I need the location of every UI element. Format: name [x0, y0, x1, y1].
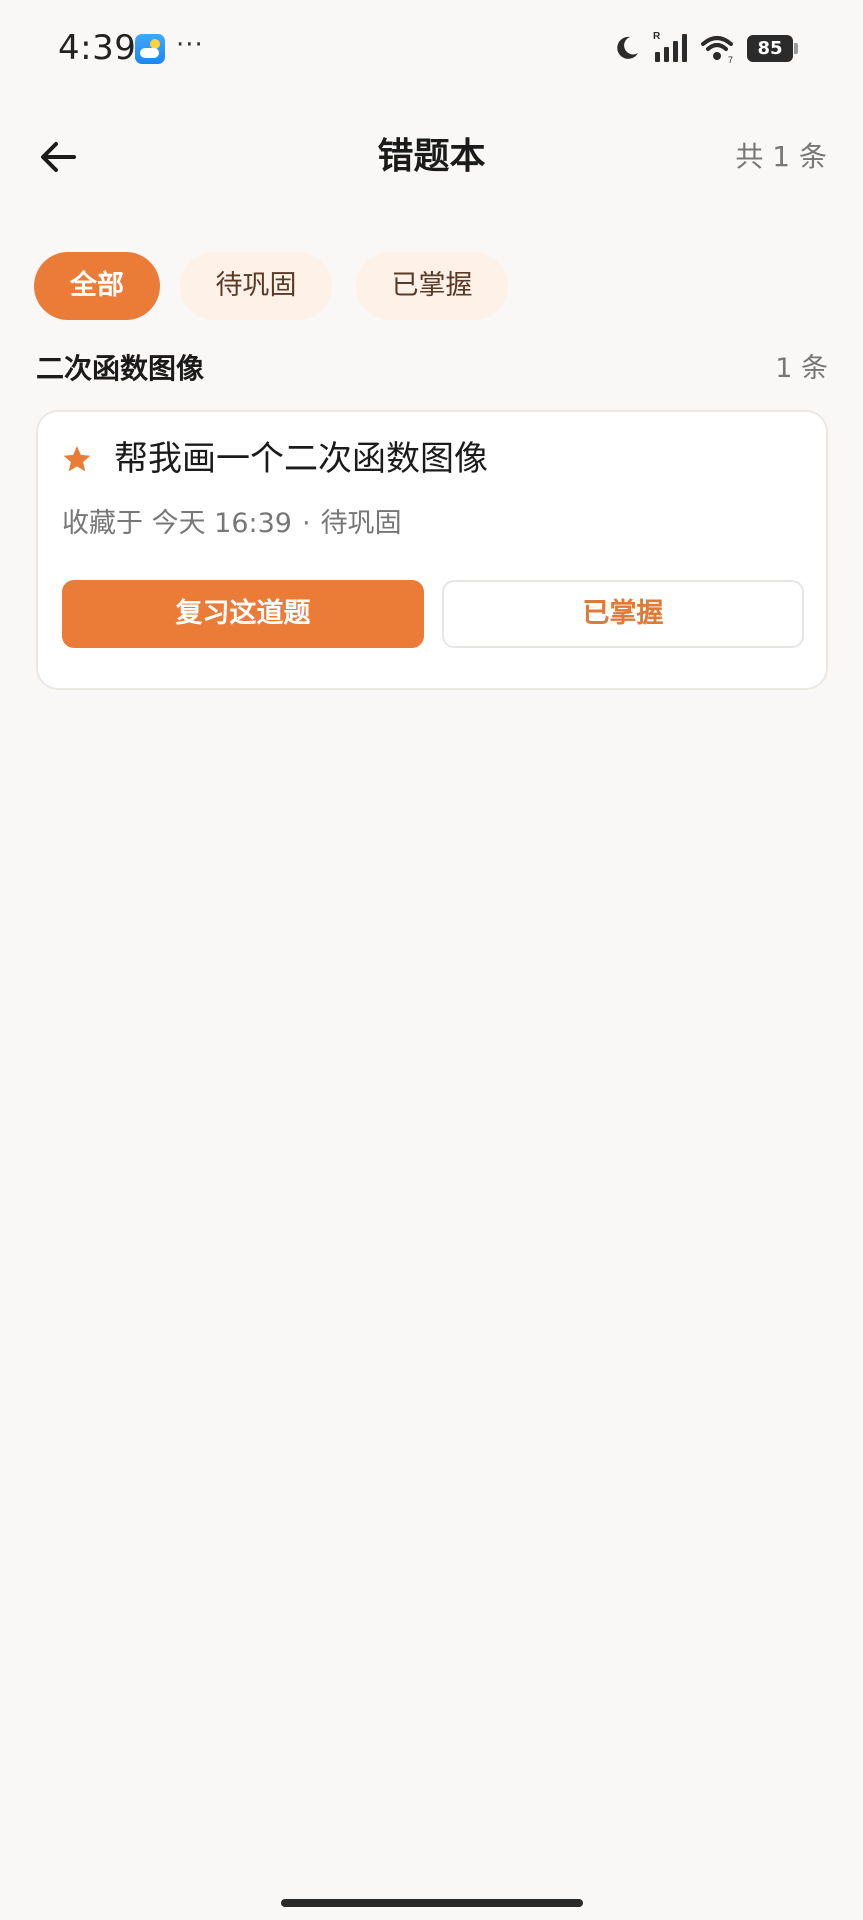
tab-pending[interactable]: 待巩固	[180, 252, 332, 320]
svg-text:R: R	[653, 31, 661, 42]
wifi-icon: 7	[701, 36, 733, 64]
star-icon	[63, 446, 91, 472]
battery-cap	[794, 43, 798, 54]
tab-mastered[interactable]: 已掌握	[356, 252, 508, 320]
svg-text:7: 7	[728, 55, 733, 64]
meta-separator: ·	[301, 508, 311, 539]
section-title: 二次函数图像	[36, 352, 205, 385]
question-meta: 收藏于 今天 16:39 · 待巩固	[62, 504, 402, 544]
home-indicator[interactable]	[281, 1899, 583, 1907]
header: 错题本 共 1 条	[0, 120, 863, 194]
status-time: 4:39	[58, 28, 137, 68]
question-title: 帮我画一个二次函数图像	[114, 439, 488, 479]
weather-icon	[135, 34, 165, 64]
more-notifications-icon: ···	[176, 30, 204, 60]
section-count: 1 条	[775, 353, 828, 384]
section-header: 二次函数图像 1 条	[36, 348, 828, 390]
page-title: 错题本	[377, 136, 486, 177]
question-card[interactable]: 帮我画一个二次函数图像 收藏于 今天 16:39 · 待巩固 复习这道题 已掌握	[36, 410, 828, 690]
signal-icon: R	[653, 31, 687, 62]
review-button[interactable]: 复习这道题	[62, 580, 424, 648]
moon-icon	[617, 36, 638, 59]
tab-all[interactable]: 全部	[34, 252, 160, 320]
mark-mastered-button[interactable]: 已掌握	[442, 580, 804, 648]
back-arrow-icon[interactable]	[34, 130, 88, 184]
question-status: 待巩固	[320, 508, 402, 539]
saved-time: 收藏于 今天 16:39	[62, 508, 292, 539]
status-indicators: R 7 85	[613, 30, 813, 66]
total-count: 共 1 条	[735, 140, 827, 173]
battery-icon: 85	[747, 35, 793, 62]
status-bar: 4:39 ··· R 7 85	[0, 0, 863, 100]
